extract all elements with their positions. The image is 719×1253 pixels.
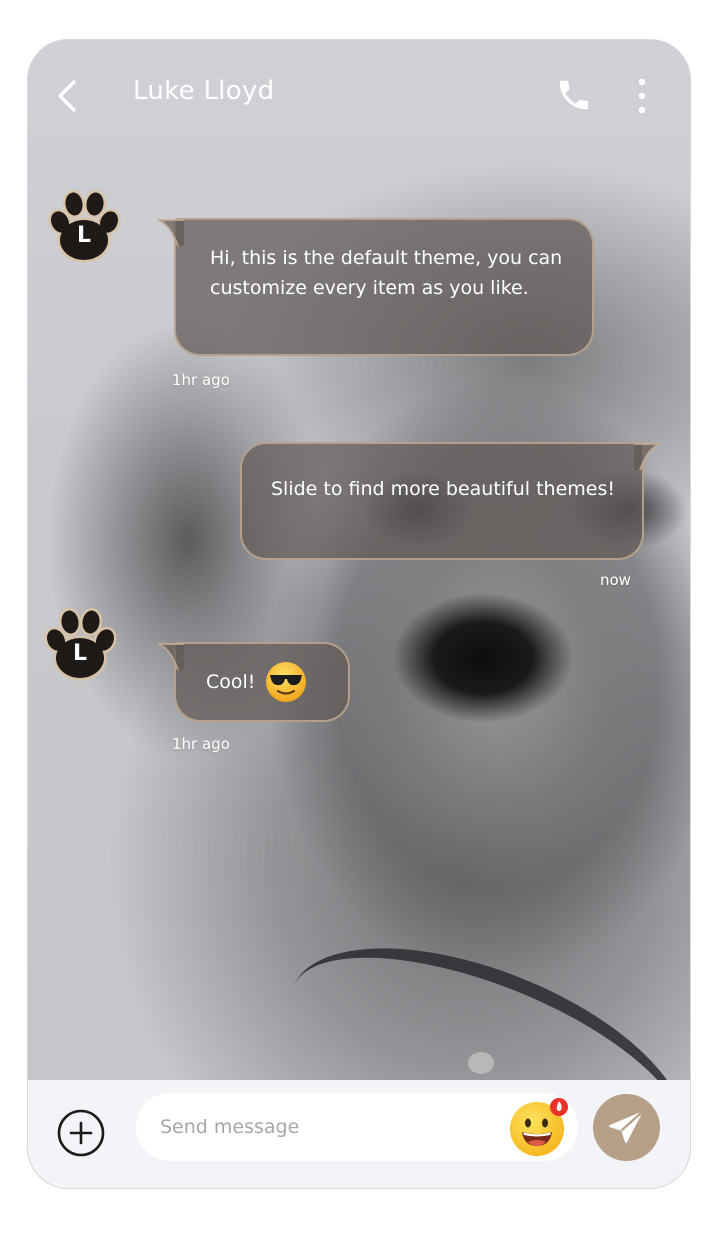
avatar-initial: L <box>72 640 88 666</box>
contact-avatar[interactable]: L <box>38 182 130 274</box>
bubble-tail <box>634 443 661 471</box>
bubble-tail <box>157 643 184 671</box>
sunglasses-emoji-icon <box>266 662 307 702</box>
message-text: Slide to find more beautiful themes! <box>271 478 615 500</box>
message-timestamp: now <box>600 571 631 589</box>
message-timestamp: 1hr ago <box>172 735 230 753</box>
chat-header: Luke Lloyd <box>28 40 690 150</box>
send-button[interactable] <box>593 1094 660 1161</box>
plus-circle-icon[interactable] <box>56 1108 106 1158</box>
collar-tag <box>468 1052 494 1074</box>
paper-plane-icon <box>609 1111 643 1143</box>
grinning-face-emoji-icon[interactable] <box>508 1096 570 1158</box>
chat-screen: Luke Lloyd L Hi, this is the default the… <box>28 40 690 1188</box>
incoming-message-bubble[interactable]: Hi, this is the default theme, you can c… <box>157 218 594 356</box>
chevron-left-icon[interactable] <box>54 76 82 116</box>
incoming-message-bubble[interactable]: Cool! <box>157 642 350 722</box>
avatar-initial: L <box>76 222 92 248</box>
more-vertical-icon[interactable] <box>636 76 648 116</box>
composer-bar <box>28 1080 690 1188</box>
message-text: Hi, this is the default theme, you can c… <box>210 247 563 299</box>
message-timestamp: 1hr ago <box>172 371 230 389</box>
bubble-tail <box>157 219 184 247</box>
contact-name: Luke Lloyd <box>133 76 275 106</box>
message-text: Cool! <box>206 671 256 693</box>
outgoing-message-bubble[interactable]: Slide to find more beautiful themes! <box>240 442 661 560</box>
contact-avatar[interactable]: L <box>34 600 126 692</box>
phone-icon[interactable] <box>555 76 593 114</box>
